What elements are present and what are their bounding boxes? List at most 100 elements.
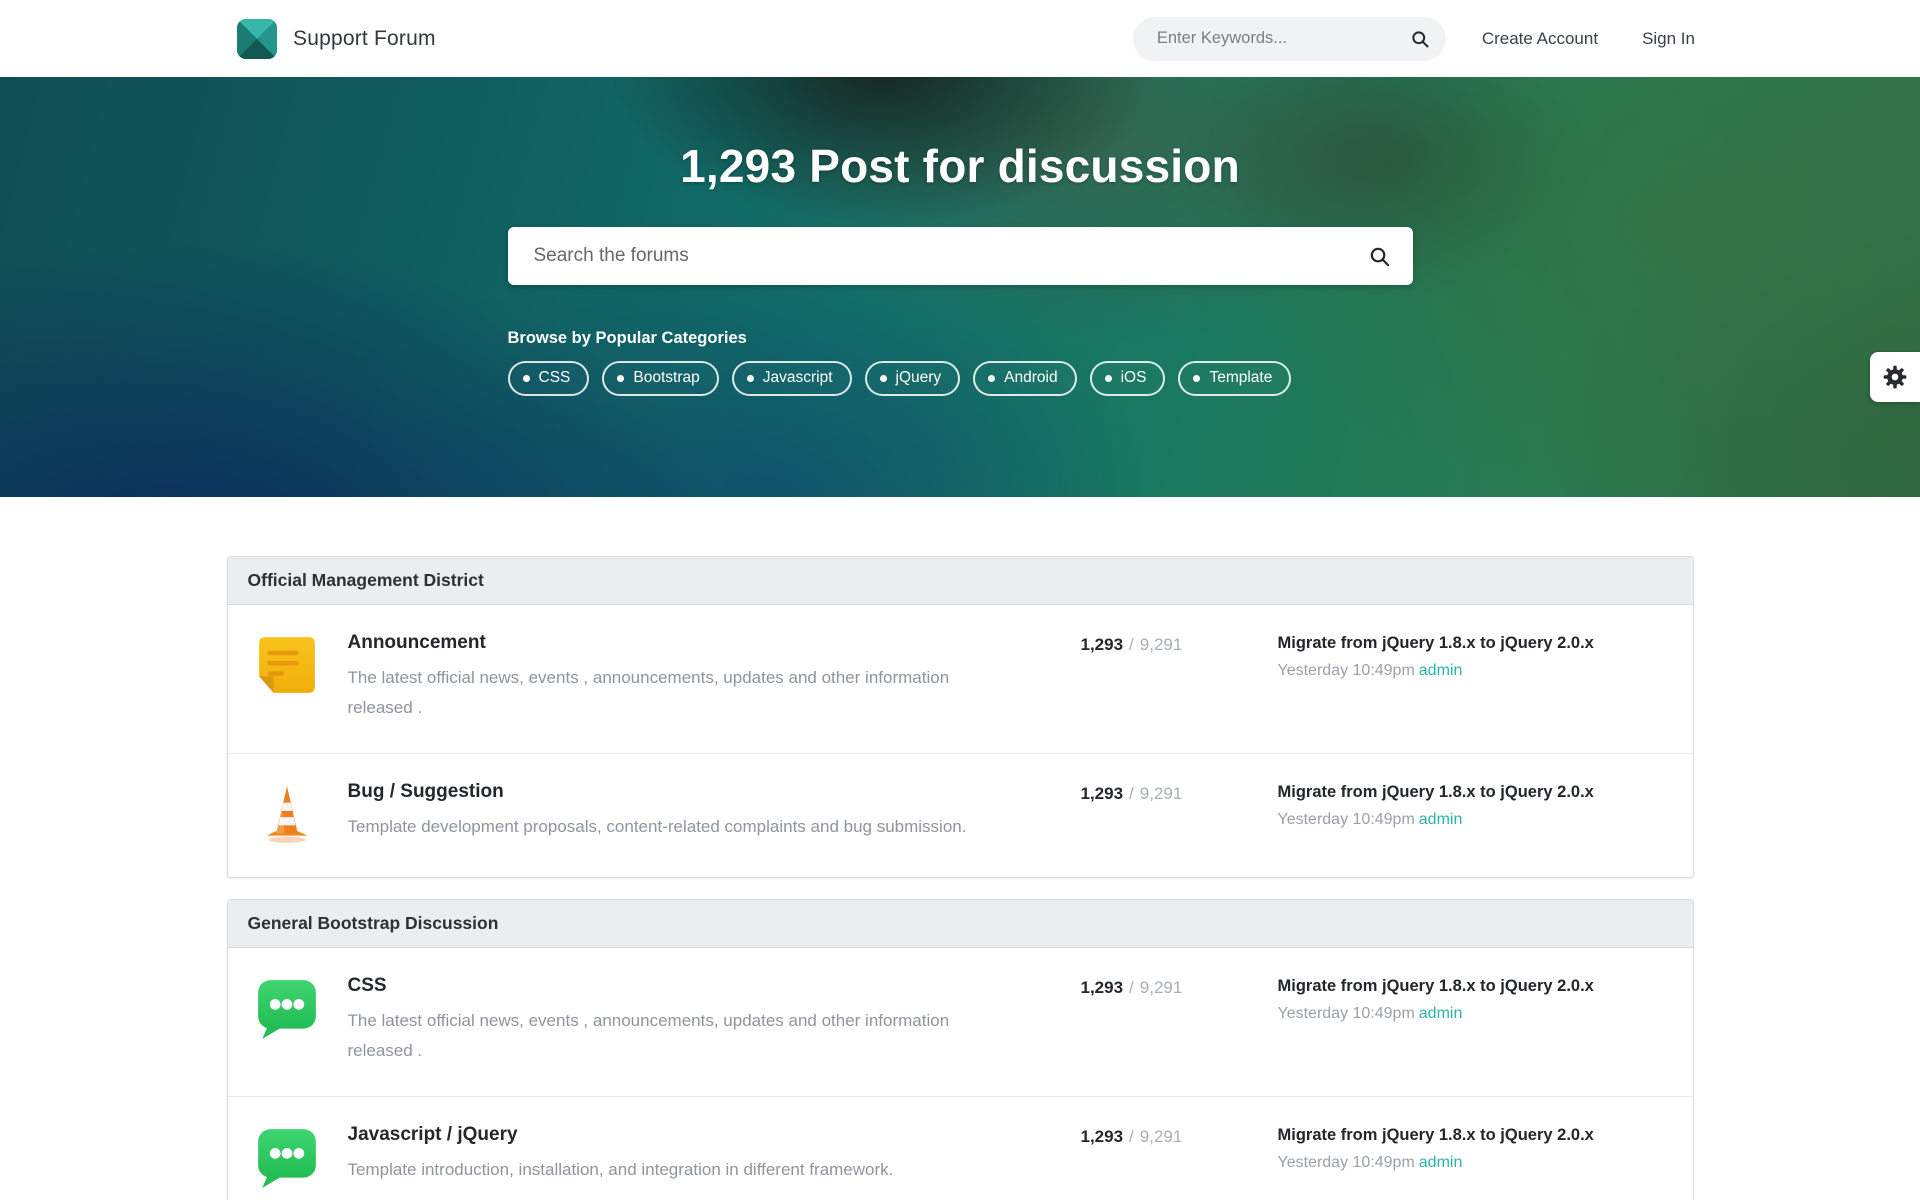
post-count: 1,293 bbox=[1081, 978, 1124, 997]
latest-post-meta: Yesterday 10:49pmadmin bbox=[1278, 1154, 1665, 1172]
row-main: Javascript / jQuery Template introductio… bbox=[348, 1124, 1081, 1190]
row-stats: 1,293 / 9,291 bbox=[1081, 1124, 1278, 1190]
row-stats: 1,293 / 9,291 bbox=[1081, 975, 1278, 1066]
row-latest-post: Migrate from jQuery 1.8.x to jQuery 2.0.… bbox=[1278, 975, 1665, 1066]
latest-post-time: Yesterday 10:49pm bbox=[1278, 662, 1415, 679]
forum-title-link[interactable]: Bug / Suggestion bbox=[348, 781, 1051, 803]
category-pill-label: jQuery bbox=[896, 369, 942, 387]
gear-icon bbox=[1882, 364, 1908, 390]
section-header: General Bootstrap Discussion bbox=[228, 900, 1693, 948]
stats-separator: / bbox=[1129, 784, 1134, 803]
hero-title: 1,293 Post for discussion bbox=[508, 139, 1413, 193]
category-pill-bootstrap[interactable]: Bootstrap bbox=[602, 361, 718, 396]
forum-section-card: Official Management District bbox=[227, 556, 1694, 878]
post-count: 1,293 bbox=[1081, 635, 1124, 654]
forum-content: Official Management District bbox=[0, 497, 1920, 1200]
view-count: 9,291 bbox=[1140, 1127, 1183, 1146]
forum-description: Template introduction, installation, and… bbox=[348, 1155, 978, 1185]
forum-description: Template development proposals, content-… bbox=[348, 812, 978, 842]
category-pill-javascript[interactable]: Javascript bbox=[732, 361, 852, 396]
chat-bubble-icon bbox=[254, 1124, 320, 1190]
category-pill-label: Android bbox=[1004, 369, 1057, 387]
row-latest-post: Migrate from jQuery 1.8.x to jQuery 2.0.… bbox=[1278, 781, 1665, 847]
bullet-dot-icon bbox=[1105, 375, 1112, 382]
row-main: CSS The latest official news, events , a… bbox=[348, 975, 1081, 1066]
row-latest-post: Migrate from jQuery 1.8.x to jQuery 2.0.… bbox=[1278, 1124, 1665, 1190]
view-count: 9,291 bbox=[1140, 978, 1183, 997]
navbar-right-group: Create Account Sign In bbox=[1133, 17, 1695, 61]
forum-description: The latest official news, events , annou… bbox=[348, 663, 978, 723]
forum-title-link[interactable]: Javascript / jQuery bbox=[348, 1124, 1051, 1146]
latest-post-meta: Yesterday 10:49pmadmin bbox=[1278, 662, 1665, 680]
row-main: Bug / Suggestion Template development pr… bbox=[348, 781, 1081, 847]
sign-in-link[interactable]: Sign In bbox=[1642, 29, 1695, 49]
top-navbar: Support Forum Create Account Sign In bbox=[0, 0, 1920, 77]
forum-title-link[interactable]: Announcement bbox=[348, 632, 1051, 654]
author-link[interactable]: admin bbox=[1419, 662, 1463, 679]
forum-section-card: General Bootstrap Discussion bbox=[227, 899, 1694, 1200]
categories-label: Browse by Popular Categories bbox=[508, 329, 1413, 348]
announcement-note-icon bbox=[254, 632, 320, 723]
brand-logo-icon bbox=[237, 19, 277, 59]
search-icon[interactable] bbox=[1410, 29, 1430, 49]
latest-post-link[interactable]: Migrate from jQuery 1.8.x to jQuery 2.0.… bbox=[1278, 1126, 1665, 1145]
latest-post-link[interactable]: Migrate from jQuery 1.8.x to jQuery 2.0.… bbox=[1278, 783, 1665, 802]
author-link[interactable]: admin bbox=[1419, 1005, 1463, 1022]
category-pill-label: Template bbox=[1209, 369, 1272, 387]
categories-row: CSS Bootstrap Javascript jQuery Android bbox=[508, 361, 1413, 396]
hero-search bbox=[508, 227, 1413, 285]
chat-bubble-icon bbox=[254, 975, 320, 1066]
forum-description: The latest official news, events , annou… bbox=[348, 1006, 978, 1066]
view-count: 9,291 bbox=[1140, 635, 1183, 654]
forum-search-input[interactable] bbox=[532, 244, 1368, 268]
stats-separator: / bbox=[1129, 1127, 1134, 1146]
category-pill-ios[interactable]: iOS bbox=[1090, 361, 1166, 396]
stats-separator: / bbox=[1129, 635, 1134, 654]
post-count: 1,293 bbox=[1081, 784, 1124, 803]
latest-post-time: Yesterday 10:49pm bbox=[1278, 1005, 1415, 1022]
view-count: 9,291 bbox=[1140, 784, 1183, 803]
hero-banner: 1,293 Post for discussion Browse by Popu… bbox=[0, 77, 1920, 497]
search-icon[interactable] bbox=[1368, 245, 1391, 268]
latest-post-time: Yesterday 10:49pm bbox=[1278, 811, 1415, 828]
forum-row-announcement: Announcement The latest official news, e… bbox=[228, 605, 1693, 753]
latest-post-link[interactable]: Migrate from jQuery 1.8.x to jQuery 2.0.… bbox=[1278, 634, 1665, 653]
row-latest-post: Migrate from jQuery 1.8.x to jQuery 2.0.… bbox=[1278, 632, 1665, 723]
forum-title-link[interactable]: CSS bbox=[348, 975, 1051, 997]
bullet-dot-icon bbox=[617, 375, 624, 382]
category-pill-label: iOS bbox=[1121, 369, 1147, 387]
bullet-dot-icon bbox=[988, 375, 995, 382]
bullet-dot-icon bbox=[523, 375, 530, 382]
bullet-dot-icon bbox=[1193, 375, 1200, 382]
forum-row-bug-suggestion: Bug / Suggestion Template development pr… bbox=[228, 753, 1693, 877]
navbar-search-input[interactable] bbox=[1155, 28, 1410, 49]
author-link[interactable]: admin bbox=[1419, 811, 1463, 828]
author-link[interactable]: admin bbox=[1419, 1154, 1463, 1171]
post-count: 1,293 bbox=[1081, 1127, 1124, 1146]
category-pill-label: Bootstrap bbox=[633, 369, 699, 387]
forum-row-css: CSS The latest official news, events , a… bbox=[228, 948, 1693, 1096]
brand-home-link[interactable]: Support Forum bbox=[237, 19, 436, 59]
bullet-dot-icon bbox=[880, 375, 887, 382]
category-pill-label: Javascript bbox=[763, 369, 833, 387]
settings-button[interactable] bbox=[1870, 352, 1920, 402]
category-pill-template[interactable]: Template bbox=[1178, 361, 1291, 396]
brand-title: Support Forum bbox=[293, 27, 436, 51]
latest-post-link[interactable]: Migrate from jQuery 1.8.x to jQuery 2.0.… bbox=[1278, 977, 1665, 996]
latest-post-meta: Yesterday 10:49pmadmin bbox=[1278, 1005, 1665, 1023]
category-pill-jquery[interactable]: jQuery bbox=[865, 361, 961, 396]
traffic-cone-icon bbox=[254, 781, 320, 847]
category-pill-android[interactable]: Android bbox=[973, 361, 1076, 396]
category-pill-label: CSS bbox=[539, 369, 571, 387]
latest-post-time: Yesterday 10:49pm bbox=[1278, 1154, 1415, 1171]
row-stats: 1,293 / 9,291 bbox=[1081, 781, 1278, 847]
navbar-search bbox=[1133, 17, 1446, 61]
stats-separator: / bbox=[1129, 978, 1134, 997]
row-stats: 1,293 / 9,291 bbox=[1081, 632, 1278, 723]
bullet-dot-icon bbox=[747, 375, 754, 382]
page: Support Forum Create Account Sign In 1,2… bbox=[0, 0, 1920, 1200]
category-pill-css[interactable]: CSS bbox=[508, 361, 590, 396]
row-main: Announcement The latest official news, e… bbox=[348, 632, 1081, 723]
latest-post-meta: Yesterday 10:49pmadmin bbox=[1278, 811, 1665, 829]
create-account-link[interactable]: Create Account bbox=[1482, 29, 1598, 49]
